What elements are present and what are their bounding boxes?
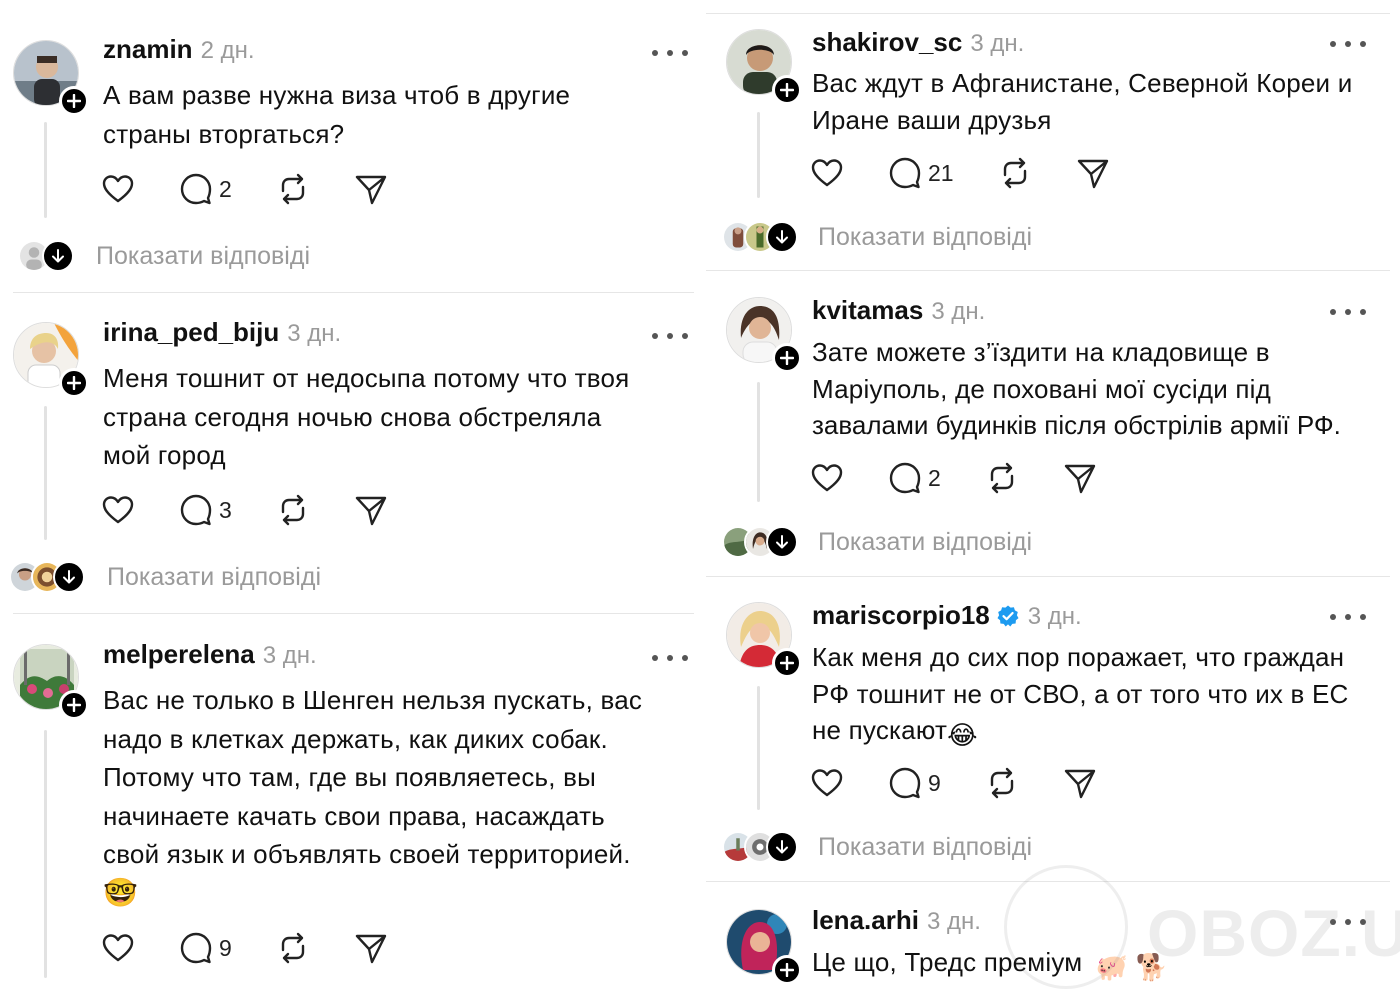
post-text: Вас не только в Шенген нельзя пускать, в… (103, 681, 693, 912)
repost-button[interactable] (276, 931, 310, 965)
username[interactable]: melperelena (103, 639, 255, 670)
oboz-watermark: OBOZ.UA (1002, 865, 1400, 995)
username[interactable]: lena.arhi (812, 905, 919, 936)
post-text-line: начинаете качать свои права, насаждать (103, 800, 605, 831)
plus-icon (67, 698, 81, 712)
like-button[interactable] (101, 931, 135, 965)
post-text-line: Вас не только в Шенген нельзя пускать, в… (103, 685, 643, 715)
right-column: shakirov_sc 3 дн. Вас ждут в Афганистане… (706, 0, 1400, 1000)
left-column: znamin 2 дн. А вам разве нужна виза чтоб… (0, 0, 700, 1000)
follow-button[interactable] (59, 690, 89, 720)
post-text-line: свой язык и объявлять своей территорией. (103, 839, 631, 869)
avatar-melperelena[interactable] (13, 644, 89, 720)
plus-icon (780, 963, 794, 977)
avatar-lena.arhi[interactable] (726, 909, 802, 985)
action-bar: 9 (101, 931, 432, 965)
post-time: 3 дн. (262, 642, 317, 669)
thread-post: melperelena 3 дн. Вас не только в Шенген… (0, 0, 700, 1000)
comment-icon (180, 932, 212, 964)
repost-icon (281, 932, 304, 964)
heart-icon (102, 934, 134, 962)
more-dots-icon[interactable] (652, 652, 688, 664)
comment-button[interactable]: 9 (179, 931, 232, 965)
globe-icon (1004, 865, 1128, 989)
thread-line (44, 730, 47, 978)
post-header: melperelena 3 дн. (103, 639, 317, 670)
send-icon (355, 934, 386, 964)
nerd-face-emoji: 🤓 (103, 876, 139, 908)
post-header: lena.arhi 3 дн. (812, 905, 981, 936)
share-button[interactable] (354, 931, 388, 965)
follow-button[interactable] (772, 955, 802, 985)
post-text-line: надо в клетках держать, как диких собак. (103, 723, 608, 754)
post-text-line: Потому что там, где вы появляетесь, вы (103, 762, 597, 792)
watermark-text: OBOZ.UA (1147, 896, 1400, 970)
thread-post: lena.arhi 3 дн. Це що, Тредс преміум 🐖 🐕 (706, 0, 1400, 1000)
post-time: 3 дн. (926, 908, 981, 935)
comment-count: 9 (219, 934, 232, 961)
